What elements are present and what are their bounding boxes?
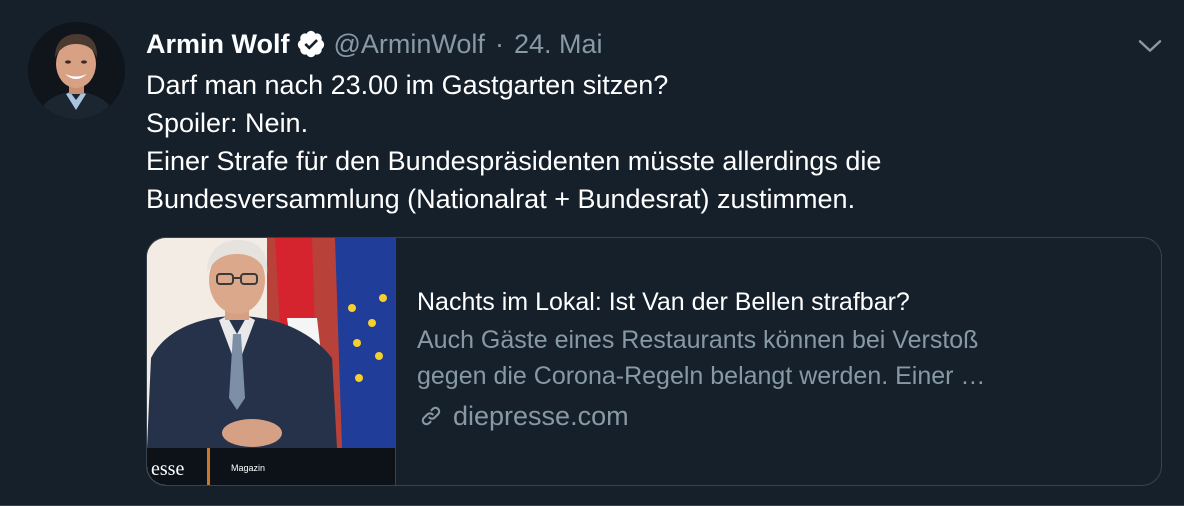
card-image-section-label: Magazin [231,463,265,473]
card-image-brand-fragment: esse [151,458,184,480]
tweet-text-line: Einer Strafe für den Bundespräsidenten m… [146,146,882,176]
tweet-header: Armin Wolf @ArminWolf · 24. Mai [146,24,602,64]
tweet[interactable]: Armin Wolf @ArminWolf · 24. Mai Darf man… [0,0,1184,506]
separator-dot: · [494,28,504,59]
card-description: Auch Gäste eines Restaurants können bei … [417,322,1137,394]
tweet-date[interactable]: 24. Mai [514,29,603,60]
card-image: esse Magazin [147,238,396,485]
card-domain-text: diepresse.com [453,401,629,431]
card-title[interactable]: Nachts im Lokal: Ist Van der Bellen stra… [417,284,1137,320]
card-description-line: gegen die Corona-Regeln belangt werden. … [417,362,986,390]
verified-badge-icon [296,29,326,59]
tweet-text-line: Darf man nach 23.00 im Gastgarten sitzen… [146,70,669,100]
author-handle[interactable]: @ArminWolf [334,29,485,60]
card-domain[interactable]: diepresse.com [417,398,1137,434]
avatar[interactable] [28,22,125,119]
author-name[interactable]: Armin Wolf [146,29,290,60]
tweet-text: Darf man nach 23.00 im Gastgarten sitzen… [146,66,1156,218]
chevron-down-icon[interactable] [1134,30,1166,62]
card-body: Nachts im Lokal: Ist Van der Bellen stra… [417,284,1137,434]
card-description-line: Auch Gäste eines Restaurants können bei … [417,326,979,354]
avatar-photo [28,22,125,119]
tweet-text-line: Bundesversammlung (Nationalrat + Bundesr… [146,184,856,214]
tweet-text-line: Spoiler: Nein. [146,108,309,138]
link-icon [417,402,445,430]
link-preview-card[interactable]: esse Magazin Nachts im Lokal: Ist Van de… [146,237,1162,486]
